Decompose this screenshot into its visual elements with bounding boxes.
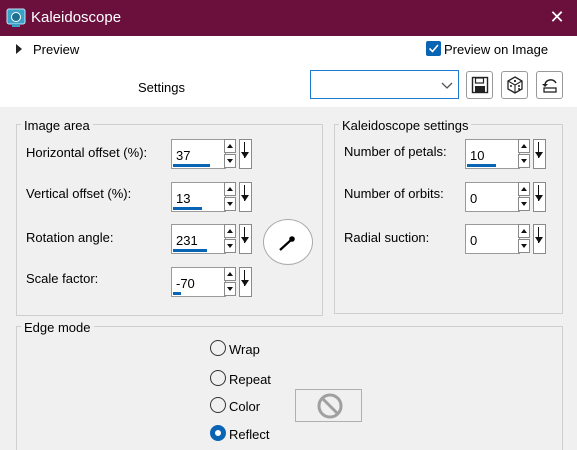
settings-preset-dropdown[interactable] (310, 70, 459, 99)
vertical-offset-slider-button[interactable] (239, 182, 252, 212)
app-icon (6, 8, 26, 28)
number-of-petals-stepper[interactable] (518, 139, 530, 169)
number-of-petals-value: 10 (470, 148, 485, 163)
scale-factor-label: Scale factor: (26, 271, 99, 286)
spin-down-icon[interactable] (224, 239, 236, 253)
window-title: Kaleidoscope (31, 9, 122, 26)
spin-up-icon[interactable] (224, 182, 236, 196)
chevron-down-icon[interactable] (441, 79, 453, 89)
number-of-orbits-label: Number of orbits: (344, 186, 444, 201)
edge-mode-wrap-label[interactable]: Wrap (229, 342, 260, 357)
no-color-icon (317, 393, 343, 419)
rotation-angle-value: 231 (176, 233, 198, 248)
edge-mode-title: Edge mode (21, 320, 94, 335)
rotation-angle-stepper[interactable] (224, 224, 236, 254)
edge-mode-color-radio[interactable] (210, 397, 226, 413)
number-of-orbits-stepper[interactable] (518, 182, 530, 212)
radial-suction-slider-button[interactable] (533, 224, 546, 254)
number-of-petals-label: Number of petals: (344, 144, 447, 159)
spin-down-icon[interactable] (518, 154, 530, 168)
save-preset-button[interactable] (466, 71, 493, 99)
spin-up-icon[interactable] (224, 139, 236, 153)
edge-mode-reflect-label[interactable]: Reflect (229, 427, 269, 442)
number-of-orbits-value: 0 (470, 191, 478, 206)
edge-mode-repeat-label[interactable]: Repeat (229, 372, 271, 387)
edge-mode-repeat-radio[interactable] (210, 370, 226, 386)
horizontal-offset-stepper[interactable] (224, 139, 236, 169)
vertical-offset-value: 13 (176, 191, 191, 206)
spin-up-icon[interactable] (518, 224, 530, 238)
rotation-angle-input[interactable]: 231 (171, 224, 226, 254)
number-of-petals-input[interactable]: 10 (465, 139, 520, 169)
vertical-offset-slider-fill (173, 207, 202, 210)
rotation-angle-slider-fill (173, 249, 207, 252)
scale-factor-input[interactable]: -70 (171, 267, 226, 297)
edge-mode-color-label[interactable]: Color (229, 399, 260, 414)
horizontal-offset-value: 37 (176, 148, 191, 163)
preview-on-image-label[interactable]: Preview on Image (444, 42, 548, 57)
reset-button[interactable] (536, 71, 563, 99)
number-of-petals-slider-fill (467, 164, 496, 167)
scale-factor-slider-button[interactable] (239, 267, 252, 297)
radial-suction-input[interactable]: 0 (465, 224, 520, 254)
randomize-button[interactable] (501, 71, 528, 99)
number-of-orbits-slider-button[interactable] (533, 182, 546, 212)
radial-suction-label: Radial suction: (344, 230, 430, 245)
spin-down-icon[interactable] (224, 154, 236, 168)
scale-factor-value: -70 (176, 276, 195, 291)
spin-down-icon[interactable] (518, 197, 530, 211)
radial-suction-stepper[interactable] (518, 224, 530, 254)
preview-toggle-label[interactable]: Preview (33, 42, 79, 57)
horizontal-offset-label: Horizontal offset (%): (26, 145, 148, 160)
settings-label: Settings (138, 80, 185, 95)
spin-down-icon[interactable] (518, 239, 530, 253)
scale-factor-stepper[interactable] (224, 267, 236, 297)
randomize-dice-icon (507, 76, 523, 94)
preview-on-image-checkbox[interactable] (426, 41, 441, 56)
close-button[interactable]: ✕ (541, 2, 573, 34)
edge-mode-reflect-radio[interactable] (210, 425, 226, 441)
save-icon (471, 76, 489, 94)
number-of-orbits-input[interactable]: 0 (465, 182, 520, 212)
horizontal-offset-input[interactable]: 37 (171, 139, 226, 169)
horizontal-offset-slider-fill (173, 164, 210, 167)
number-of-petals-slider-button[interactable] (533, 139, 546, 169)
spin-down-icon[interactable] (224, 197, 236, 211)
vertical-offset-input[interactable]: 13 (171, 182, 226, 212)
rotation-angle-slider-button[interactable] (239, 224, 252, 254)
radial-suction-value: 0 (470, 233, 478, 248)
spin-down-icon[interactable] (224, 282, 236, 296)
vertical-offset-label: Vertical offset (%): (26, 186, 132, 201)
rotation-angle-label: Rotation angle: (26, 230, 114, 245)
expand-arrow-icon[interactable] (16, 44, 22, 54)
vertical-offset-stepper[interactable] (224, 182, 236, 212)
horizontal-offset-slider-button[interactable] (239, 139, 252, 169)
edge-mode-group (16, 326, 563, 450)
spin-up-icon[interactable] (518, 139, 530, 153)
spin-up-icon[interactable] (224, 267, 236, 281)
spin-up-icon[interactable] (224, 224, 236, 238)
checkmark-icon (428, 44, 439, 53)
kaleidoscope-settings-title: Kaleidoscope settings (339, 118, 472, 133)
reset-icon (542, 79, 557, 93)
edge-color-swatch[interactable] (295, 389, 362, 422)
spin-up-icon[interactable] (518, 182, 530, 196)
edge-mode-wrap-radio[interactable] (210, 340, 226, 356)
dial-pointer-icon (279, 236, 295, 251)
scale-factor-slider-fill (173, 292, 181, 295)
image-area-title: Image area (21, 118, 93, 133)
rotation-angle-dial[interactable] (263, 219, 313, 265)
